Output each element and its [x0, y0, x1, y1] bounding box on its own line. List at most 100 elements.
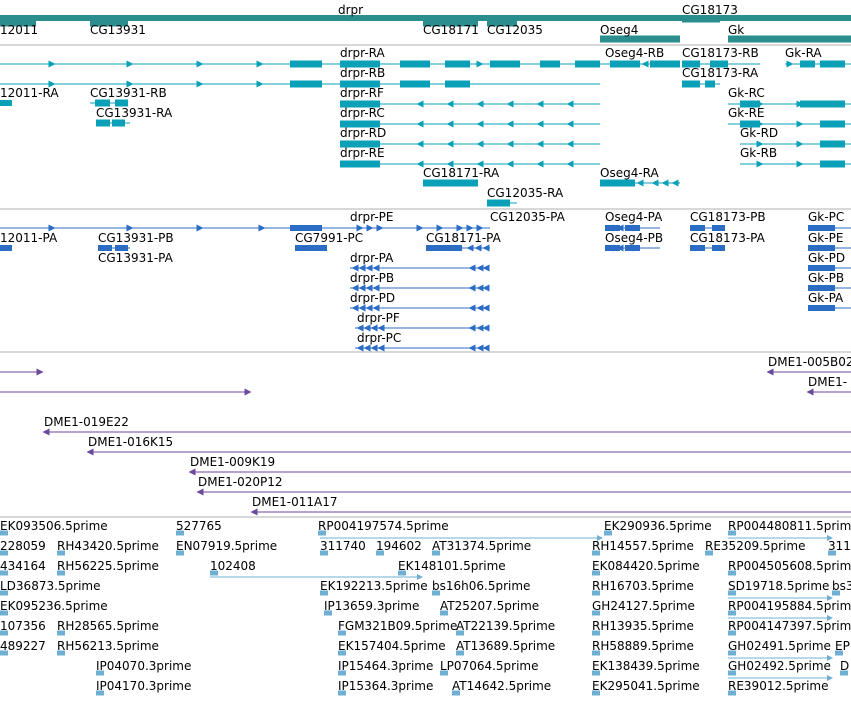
- feature-label: Gk-PC: [808, 210, 844, 224]
- est-rh43420-5prime[interactable]: RH43420.5prime: [57, 539, 159, 556]
- protein-12011-pa-box[interactable]: [0, 245, 12, 251]
- est-rp004480811-5prime[interactable]: RP004480811.5prime: [728, 519, 851, 536]
- est-lp07064-5prime[interactable]: LP07064.5prime: [440, 659, 539, 676]
- est-ek138439-5prime[interactable]: EK138439.5prime: [592, 659, 700, 676]
- feature-label: drpr-RA: [340, 46, 386, 60]
- protein-row-1[interactable]: [0, 224, 490, 232]
- est-rp004505608-5prime[interactable]: RP004505608.5prime: [728, 559, 851, 576]
- est-at31374-5prime[interactable]: AT31374.5prime: [432, 539, 531, 556]
- est-194602[interactable]: 194602: [376, 539, 422, 556]
- est-ek192213-5prime[interactable]: EK192213.5prime: [320, 579, 428, 596]
- est-bs16h06-5prime[interactable]: bs16h06.5prime: [432, 579, 530, 596]
- est-at22139-5prime[interactable]: AT22139.5prime: [456, 619, 555, 636]
- est-228059[interactable]: 228059: [0, 539, 46, 556]
- protein-cg7991-pc[interactable]: [295, 245, 327, 251]
- est-re35209-5prime[interactable]: RE35209.5prime: [705, 539, 806, 556]
- est-ld36873-5prime[interactable]: LD36873.5prime: [0, 579, 101, 596]
- est-527765[interactable]: 527765: [176, 519, 222, 536]
- transcript-oseg4-rb[interactable]: [600, 60, 680, 68]
- transcript-cg13931-ra[interactable]: [96, 119, 130, 127]
- est-rp004197574-5prime[interactable]: RP004197574.5prime: [318, 519, 449, 536]
- est-gh24127-5prime[interactable]: GH24127.5prime: [592, 599, 695, 616]
- est-ip04070-3prime[interactable]: IP04070.3prime: [96, 659, 191, 676]
- est-rh56225-5prime[interactable]: RH56225.5prime: [57, 559, 159, 576]
- est-107356[interactable]: 107356: [0, 619, 46, 636]
- clone-dme1-009k19[interactable]: [188, 468, 851, 476]
- transcript-oseg4-ra[interactable]: [600, 179, 680, 187]
- protein-cg18171-pa[interactable]: [426, 244, 490, 252]
- est-311740[interactable]: 311740: [320, 539, 366, 556]
- est-ek295041-5prime[interactable]: EK295041.5prime: [592, 679, 700, 696]
- est-rh14557-5prime[interactable]: RH14557.5prime: [592, 539, 694, 556]
- clone-row-2[interactable]: [0, 388, 252, 396]
- clone-row-1[interactable]: [0, 368, 44, 376]
- transcript-gk-rb[interactable]: [740, 160, 851, 168]
- feature-label: drpr-PA: [350, 251, 394, 265]
- est-gh02492-5prime[interactable]: GH02492.5prime: [728, 659, 831, 676]
- transcript-12011-ra-box[interactable]: [0, 100, 12, 106]
- est-sd19718-5prime[interactable]: SD19718.5prime: [728, 579, 829, 596]
- est-ep[interactable]: EP: [835, 639, 850, 656]
- feature-label: EK084420.5prime: [592, 559, 700, 573]
- protein-gk-pa[interactable]: [808, 305, 851, 311]
- est-102408[interactable]: 102408: [210, 559, 256, 576]
- est-ip04170-3prime[interactable]: IP04170.3prime: [96, 679, 191, 696]
- est-rh28565-5prime[interactable]: RH28565.5prime: [57, 619, 159, 636]
- est-en07919-5prime[interactable]: EN07919.5prime: [176, 539, 277, 556]
- clone-dme1[interactable]: [806, 388, 851, 396]
- feature-label: GH24127.5prime: [592, 599, 695, 613]
- transcript-cg18171-ra[interactable]: [423, 179, 478, 187]
- gene-gk[interactable]: Gk: [728, 23, 851, 43]
- gene-12011[interactable]: 12011: [0, 19, 38, 38]
- est-ek093506-5prime[interactable]: EK093506.5prime: [0, 519, 108, 536]
- est-rp004147397-5prime[interactable]: RP004147397.5prime: [728, 619, 851, 636]
- feature-label: drpr-PF: [357, 311, 400, 325]
- est-ek290936-5prime[interactable]: EK290936.5prime: [604, 519, 712, 536]
- est-311[interactable]: 311: [828, 539, 851, 556]
- feature-label: Gk-PE: [808, 231, 843, 245]
- protein-label-oseg4-pa: Oseg4-PA: [605, 210, 663, 224]
- transcript-cg12035-ra[interactable]: [487, 199, 517, 207]
- protein-drpr-pc[interactable]: [355, 344, 490, 352]
- feature-label: 434164: [0, 559, 46, 573]
- transcript-label-gk-rd: Gk-RD: [740, 126, 778, 140]
- est-d[interactable]: D: [840, 659, 849, 676]
- est-gh02491-5prime[interactable]: GH02491.5prime: [728, 639, 831, 656]
- feature-label: drpr-PC: [357, 331, 401, 345]
- est-ek084420-5prime[interactable]: EK084420.5prime: [592, 559, 700, 576]
- transcript-row-1[interactable]: [0, 60, 600, 68]
- est-489227[interactable]: 489227: [0, 639, 46, 656]
- gene-cg12035[interactable]: CG12035: [487, 19, 543, 38]
- feature-label: IP15364.3prime: [338, 679, 433, 693]
- gene-oseg4[interactable]: Oseg4: [600, 23, 680, 43]
- est-ek148101-5prime[interactable]: EK148101.5prime: [398, 559, 506, 576]
- transcript-gk-ra[interactable]: [785, 60, 851, 68]
- transcript-label-oseg4-rb: Oseg4-RB: [605, 46, 664, 60]
- feature-label: drpr: [338, 3, 363, 17]
- est-at13689-5prime[interactable]: AT13689.5prime: [456, 639, 555, 656]
- protein-cg18173-pa[interactable]: [690, 245, 725, 251]
- est-434164[interactable]: 434164: [0, 559, 46, 576]
- clone-dme1-011a17[interactable]: [250, 508, 851, 516]
- est-rp004195884-5prime[interactable]: RP004195884.5prime: [728, 599, 851, 616]
- gene-cg18171[interactable]: CG18171: [423, 19, 479, 38]
- est-at14642-5prime[interactable]: AT14642.5prime: [452, 679, 551, 696]
- transcript-cg18173-ra[interactable]: [682, 80, 720, 88]
- est-ek157404-5prime[interactable]: EK157404.5prime: [338, 639, 446, 656]
- est-ip15464-3prime[interactable]: IP15464.3prime: [338, 659, 433, 676]
- est-rh13935-5prime[interactable]: RH13935.5prime: [592, 619, 694, 636]
- est-rh58889-5prime[interactable]: RH58889.5prime: [592, 639, 694, 656]
- est-fgm321b09-5prime[interactable]: FGM321B09.5prime: [338, 619, 457, 636]
- est-at25207-5prime[interactable]: AT25207.5prime: [440, 599, 539, 616]
- est-rh56213-5prime[interactable]: RH56213.5prime: [57, 639, 159, 656]
- est-ip15364-3prime[interactable]: IP15364.3prime: [338, 679, 433, 696]
- protein-label-gk-pd: Gk-PD: [808, 251, 845, 265]
- gene-cg13931[interactable]: CG13931: [90, 19, 146, 38]
- protein-oseg4-pb[interactable]: [605, 244, 660, 252]
- feature-label: 527765: [176, 519, 222, 533]
- est-bs3[interactable]: bs3: [832, 579, 851, 596]
- est-ek095236-5prime[interactable]: EK095236.5prime: [0, 599, 108, 616]
- est-rh16703-5prime[interactable]: RH16703.5prime: [592, 579, 694, 596]
- est-ip13659-3prime[interactable]: IP13659.3prime: [324, 599, 419, 616]
- est-re39012-5prime[interactable]: RE39012.5prime: [728, 679, 829, 696]
